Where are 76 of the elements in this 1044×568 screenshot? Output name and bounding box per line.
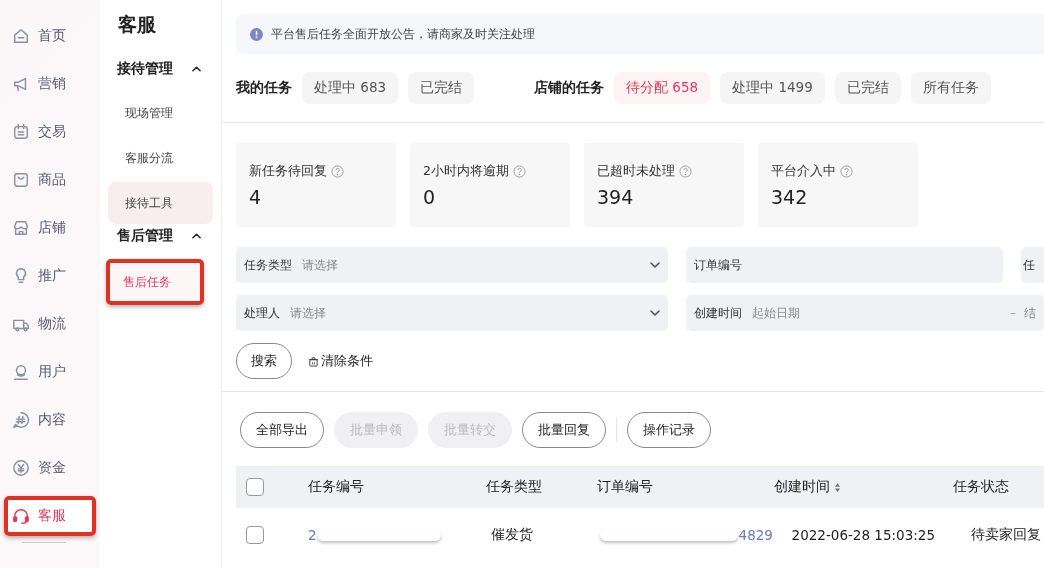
help-icon	[512, 165, 526, 178]
action-button[interactable]: 批量回复	[522, 412, 606, 448]
filter-tab[interactable]: 已完结	[834, 72, 901, 104]
menu-item[interactable]: 接待工具	[108, 182, 213, 224]
chevron-down-icon	[650, 310, 660, 316]
bag-icon	[12, 171, 30, 189]
table-link[interactable]: 4829	[738, 527, 777, 543]
search-button[interactable]: 搜索	[236, 343, 292, 379]
column-header[interactable]: 订单编号	[597, 478, 774, 496]
menu-item[interactable]: 现场管理	[108, 92, 213, 134]
table-cell-text: 2022-06-28 15:03:25	[791, 527, 936, 543]
column-header[interactable]: 任务编号	[308, 478, 486, 496]
caret-icon	[192, 66, 201, 72]
nav-item[interactable]: 营销	[4, 64, 96, 104]
user-icon	[12, 363, 30, 381]
menu-group-header[interactable]: 售后管理	[108, 227, 213, 245]
stat-value: 4	[249, 186, 263, 208]
help-icon	[679, 165, 692, 178]
chevron-down-icon	[650, 262, 660, 268]
stat-label: 新任务待回复	[249, 163, 327, 180]
column-header[interactable]: 创建时间	[774, 478, 953, 496]
action-button[interactable]: 全部导出	[240, 412, 324, 448]
nav-item[interactable]: 用户	[4, 352, 96, 392]
notice-text: 平台售后任务全面开放公告，请商家及时关注处理	[271, 26, 535, 42]
nav-item[interactable]: 推广	[4, 256, 96, 296]
hash-icon	[12, 411, 30, 429]
stat-value: 342	[771, 186, 809, 208]
input-field[interactable]: 任	[1021, 247, 1044, 283]
filter-tab[interactable]: 已完结	[408, 72, 475, 104]
nav-item[interactable]: 内容	[4, 400, 96, 440]
clear-button[interactable]: 清除条件	[308, 352, 373, 370]
info-icon	[250, 27, 263, 41]
nav-item[interactable]: 店铺	[4, 208, 96, 248]
help-icon	[840, 165, 853, 178]
group-label: 我的任务	[236, 79, 292, 97]
filter-tab[interactable]: 所有任务	[910, 72, 991, 104]
table-cell-text: 催发货	[490, 526, 534, 544]
help-icon	[331, 165, 344, 178]
home-icon	[12, 27, 30, 45]
nav-item[interactable]: 物流	[4, 304, 96, 344]
action-button[interactable]: 操作记录	[627, 412, 711, 448]
sort-icon	[834, 481, 841, 493]
nav-item[interactable]: 客服	[4, 496, 96, 536]
select-field[interactable]: 处理人 请选择	[236, 295, 668, 331]
menu-item[interactable]: 客服分流	[108, 137, 213, 179]
caret-icon	[192, 233, 201, 239]
clipboard-icon	[12, 123, 30, 141]
stat-value: 394	[597, 186, 635, 208]
column-header[interactable]: 任务状态	[953, 478, 1009, 496]
date-range-field[interactable]: 创建时间 起始日期 – 结	[686, 295, 1044, 331]
nav-item[interactable]: 交易	[4, 112, 96, 152]
filter-tab[interactable]: 处理中 683	[302, 72, 399, 104]
store-icon	[12, 219, 30, 237]
trash-icon	[308, 355, 319, 367]
filter-tab[interactable]: 待分配 658	[614, 72, 711, 104]
stat-label: 2小时内将逾期	[423, 163, 509, 180]
nav-item[interactable]: 首页	[4, 16, 96, 56]
table-link[interactable]: 2	[308, 527, 317, 543]
headset-icon	[12, 507, 30, 525]
nav-item[interactable]: 资金	[4, 448, 96, 488]
yen-icon	[12, 459, 30, 477]
table-cell: 待卖家回复	[970, 526, 1041, 544]
menu-group-header[interactable]: 接待管理	[108, 60, 213, 78]
input-field[interactable]: 订单编号	[686, 247, 1003, 283]
select-all-checkbox[interactable]	[246, 478, 264, 496]
select-field[interactable]: 任务类型 请选择	[236, 247, 668, 283]
group-label: 店铺的任务	[534, 79, 605, 97]
section-title: 客服	[118, 12, 157, 37]
menu-item[interactable]: 售后任务	[106, 259, 204, 305]
filter-tab[interactable]: 处理中 1499	[720, 72, 825, 104]
stat-value: 0	[423, 186, 437, 208]
column-header[interactable]: 任务类型	[486, 478, 597, 496]
nav-item[interactable]: 商品	[4, 160, 96, 200]
stat-label: 已超时未处理	[597, 163, 675, 180]
stat-label: 平台介入中	[771, 163, 836, 180]
row-checkbox[interactable]	[246, 526, 264, 544]
